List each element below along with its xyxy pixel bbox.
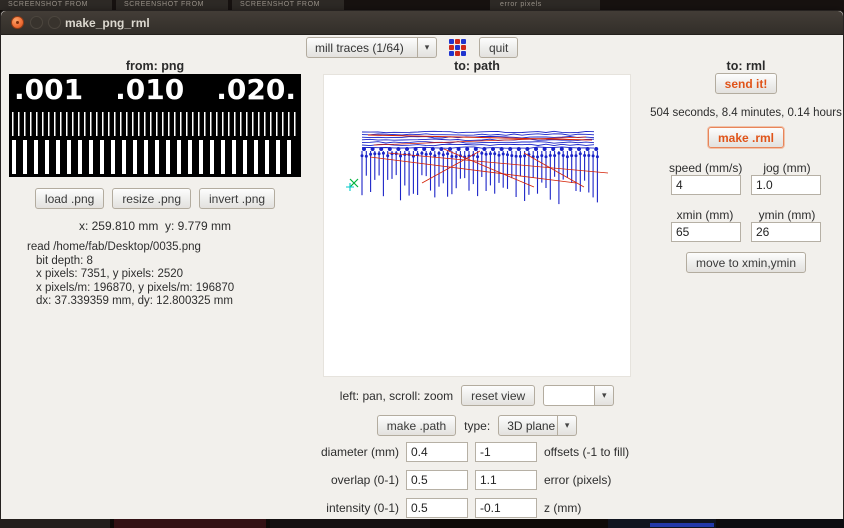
offsets-input[interactable] [475, 442, 537, 462]
fab-modules-icon[interactable] [448, 38, 467, 57]
overlap-input[interactable] [406, 470, 468, 490]
mode-select[interactable]: mill traces (1/64) ▾ [306, 37, 437, 58]
png-info-block: read /home/fab/Desktop/0035.png bit dept… [27, 241, 234, 309]
background-thumbnail [114, 519, 266, 528]
view-select-value[interactable] [543, 385, 596, 406]
make-path-button[interactable]: make .path [376, 415, 457, 436]
error-input[interactable] [475, 470, 537, 490]
xmin-label: xmin (mm) [676, 208, 734, 222]
icon-dot [461, 39, 466, 44]
png-info-line: bit depth: 8 [36, 254, 93, 267]
png-label-010: .010 [115, 74, 185, 106]
chevron-glyph: ▾ [564, 420, 570, 430]
icon-dot [461, 45, 466, 50]
xmin-input[interactable] [671, 222, 741, 242]
jog-label: jog (mm) [763, 161, 811, 175]
window-title: make_png_rml [65, 16, 150, 30]
background-window-title: Screenshot from [8, 1, 89, 8]
background-thumbnail [650, 523, 714, 527]
chevron-down-icon[interactable]: ▾ [418, 37, 437, 58]
z-label: z (mm) [544, 501, 582, 515]
background-thumbnail [0, 519, 110, 528]
diameter-label: diameter (mm) [320, 445, 399, 459]
intensity-label: intensity (0-1) [326, 501, 399, 515]
toolpath-drawing [346, 130, 609, 205]
png-image-text: .001 .010 .020. [9, 74, 301, 106]
ymin-label: ymin (mm) [758, 208, 816, 222]
view-select[interactable]: ▾ [543, 385, 615, 406]
background-window-title: Screenshot from [240, 1, 321, 8]
send-it-button[interactable]: send it! [714, 73, 778, 94]
icon-dot [449, 51, 454, 56]
background-window-title: Screenshot from [124, 1, 205, 8]
chevron-down-icon[interactable]: ▾ [558, 415, 578, 436]
minimize-button[interactable] [30, 16, 43, 29]
png-size-readout: x: 259.810 mm y: 9.779 mm [78, 219, 232, 233]
png-info-line: x pixels/m: 196870, y pixels/m: 196870 [36, 281, 235, 294]
desktop-top-strip: Screenshot from Screenshot from Screensh… [0, 0, 844, 10]
png-column-header: from: png [125, 59, 185, 73]
chevron-glyph: ▾ [601, 390, 607, 400]
reset-view-button[interactable]: reset view [461, 385, 536, 406]
path-parameters: diameter (mm) offsets (-1 to fill) overl… [249, 442, 629, 518]
intensity-input[interactable] [406, 498, 468, 518]
mode-select-value[interactable]: mill traces (1/64) [306, 37, 418, 58]
load-png-button[interactable]: load .png [34, 188, 105, 209]
make-rml-button[interactable]: make .rml [707, 127, 785, 148]
rml-column-header: to: rml [726, 59, 766, 73]
ymin-input[interactable] [751, 222, 821, 242]
icon-dot [455, 39, 460, 44]
titlebar[interactable]: make_png_rml [1, 11, 843, 35]
png-label-001: .001 [14, 74, 84, 106]
png-preview-image[interactable]: .001 .010 .020. [9, 74, 301, 177]
png-info-line: read /home/fab/Desktop/0035.png [27, 241, 201, 253]
resize-png-button[interactable]: resize .png [112, 188, 192, 209]
type-select[interactable]: 3D plane ▾ [498, 415, 578, 436]
invert-png-button[interactable]: invert .png [199, 188, 276, 209]
job-time-readout: 504 seconds, 8.4 minutes, 0.14 hours [650, 107, 842, 119]
png-info-line: dx: 37.339359 mm, dy: 12.800325 mm [36, 295, 233, 307]
png-test-bars-coarse [12, 140, 298, 174]
diameter-input[interactable] [406, 442, 468, 462]
background-thumbnail [270, 519, 430, 528]
move-to-xmin-ymin-button[interactable]: move to xmin,ymin [685, 252, 807, 273]
maximize-button[interactable] [48, 16, 61, 29]
icon-dot [455, 45, 460, 50]
png-info-line: x pixels: 7351, y pixels: 2520 [36, 268, 184, 280]
jog-input[interactable] [751, 175, 821, 195]
overlap-label: overlap (0-1) [330, 473, 399, 487]
chevron-down-icon[interactable]: ▾ [595, 385, 615, 406]
path-canvas[interactable] [323, 74, 631, 377]
make-png-rml-window: make_png_rml mill traces (1/64) ▾ quit f… [0, 10, 844, 519]
path-column-header: to: path [454, 59, 500, 73]
background-thumbnail [720, 519, 844, 528]
close-button[interactable] [11, 16, 24, 29]
speed-label: speed (mm/s) [669, 161, 743, 175]
background-window-title: error pixels [500, 1, 542, 8]
z-input[interactable] [475, 498, 537, 518]
type-label: type: [464, 418, 491, 433]
offsets-label: offsets (-1 to fill) [544, 445, 630, 459]
icon-dot [449, 45, 454, 50]
png-label-020: .020. [216, 74, 296, 106]
pan-zoom-hint: left: pan, scroll: zoom [339, 388, 454, 403]
chevron-glyph: ▾ [424, 42, 430, 52]
error-label: error (pixels) [544, 473, 612, 487]
icon-dot [461, 51, 466, 56]
speed-input[interactable] [671, 175, 741, 195]
png-test-bars-fine [12, 112, 298, 136]
icon-dot [449, 39, 454, 44]
quit-button[interactable]: quit [479, 37, 519, 58]
icon-dot [455, 51, 460, 56]
desktop-bottom-strip [0, 519, 844, 528]
type-select-value[interactable]: 3D plane [498, 415, 559, 436]
